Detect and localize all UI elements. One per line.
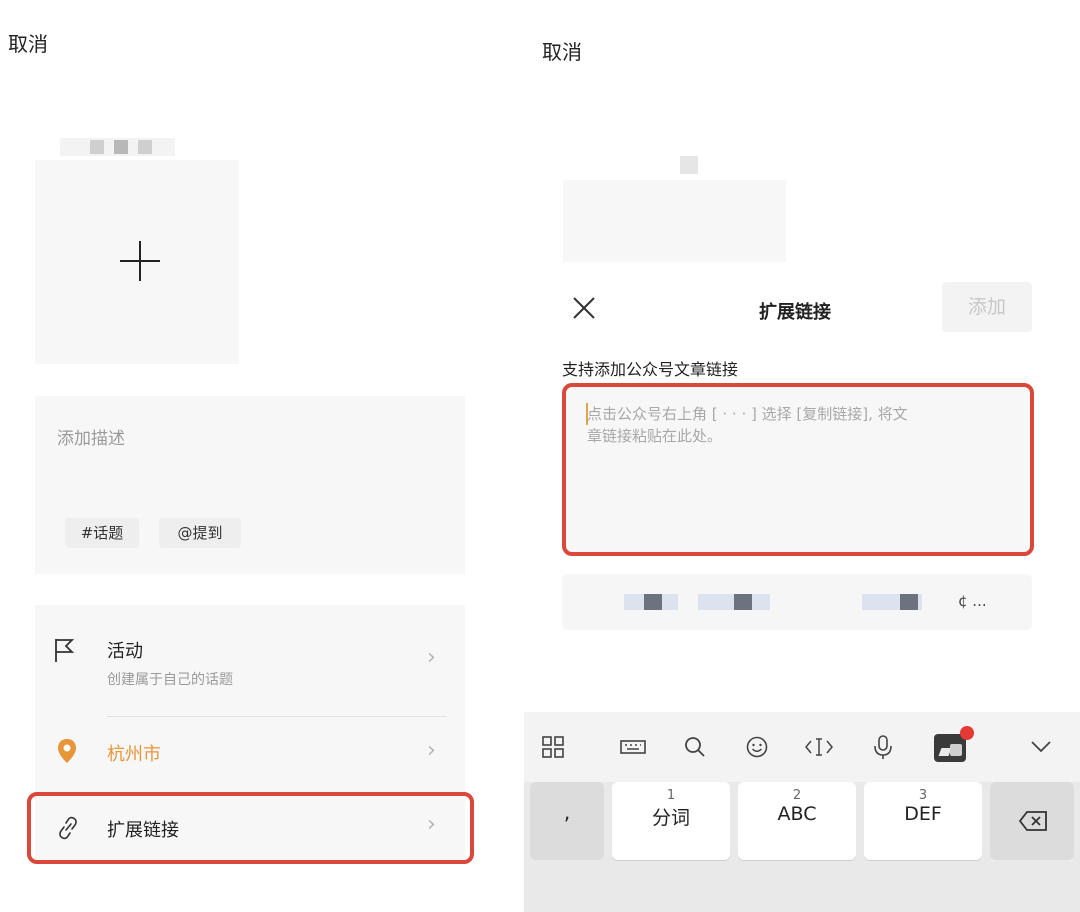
cursor-icon[interactable]	[804, 736, 834, 758]
extended-link-row[interactable]: 扩展链接 ›	[27, 792, 474, 864]
blurred-thumb	[680, 156, 698, 174]
textarea-placeholder-line2: 章链接粘贴在此处。	[587, 427, 723, 445]
description-input[interactable]: 添加描述	[57, 424, 125, 449]
mic-icon[interactable]	[872, 734, 894, 760]
activity-subtitle: 创建属于自己的话题	[107, 672, 233, 688]
location-row[interactable]: 杭州市 ›	[35, 722, 465, 782]
backspace-icon	[1018, 811, 1047, 831]
link-textarea[interactable]: 点击公众号右上角 [ · · · ] 选择 [复制链接], 将文 章链接粘贴在此…	[562, 383, 1034, 556]
keyboard-toolbar	[524, 712, 1080, 782]
cancel-button[interactable]: 取消	[8, 28, 48, 57]
search-icon[interactable]	[684, 736, 706, 758]
textarea-placeholder-line1: 点击公众号右上角 [ · · · ] 选择 [复制链接], 将文	[587, 405, 908, 423]
blurred-header	[60, 138, 175, 156]
link-icon	[59, 816, 77, 840]
chevron-right-icon: ›	[427, 738, 436, 763]
extended-link-title: 扩展链接	[107, 820, 179, 841]
key-1-segment[interactable]: 1 分词	[612, 782, 730, 860]
chevron-right-icon: ›	[427, 645, 436, 670]
clipboard-suggestion[interactable]: ¢ ...	[562, 574, 1032, 630]
keyboard-icon[interactable]	[620, 738, 646, 756]
add-image-tile[interactable]	[35, 160, 239, 364]
activity-title: 活动	[107, 641, 143, 662]
location-pin-icon	[58, 739, 76, 763]
modal-title: 扩展链接	[759, 302, 831, 323]
activity-row[interactable]: 活动 创建属于自己的话题 ›	[35, 615, 465, 715]
description-card: 添加描述 #话题 @提到	[35, 396, 465, 574]
comma-key[interactable]: ,	[530, 782, 604, 860]
add-button[interactable]: 添加	[942, 282, 1032, 332]
location-title: 杭州市	[107, 744, 161, 765]
blurred-image-tile	[563, 180, 786, 262]
image-icon[interactable]	[934, 734, 966, 762]
cancel-button[interactable]: 取消	[542, 36, 582, 65]
emoji-icon[interactable]	[746, 736, 768, 758]
backspace-key[interactable]	[990, 782, 1074, 860]
notification-dot	[960, 726, 974, 740]
chevron-down-icon[interactable]	[1030, 740, 1052, 754]
key-2-abc[interactable]: 2 ABC	[738, 782, 856, 860]
grid-icon[interactable]	[542, 736, 564, 758]
chevron-right-icon: ›	[427, 812, 436, 837]
topic-tag-button[interactable]: #话题	[65, 518, 139, 548]
flag-icon	[55, 639, 75, 662]
suggestion-tail: ¢ ...	[958, 592, 987, 610]
support-text: 支持添加公众号文章链接	[562, 360, 739, 379]
divider	[107, 716, 447, 717]
close-icon[interactable]	[572, 296, 596, 320]
mention-tag-button[interactable]: @提到	[159, 518, 241, 548]
keyboard-body: , 1 分词 2 ABC 3 DEF	[524, 782, 1080, 912]
key-3-def[interactable]: 3 DEF	[864, 782, 982, 860]
